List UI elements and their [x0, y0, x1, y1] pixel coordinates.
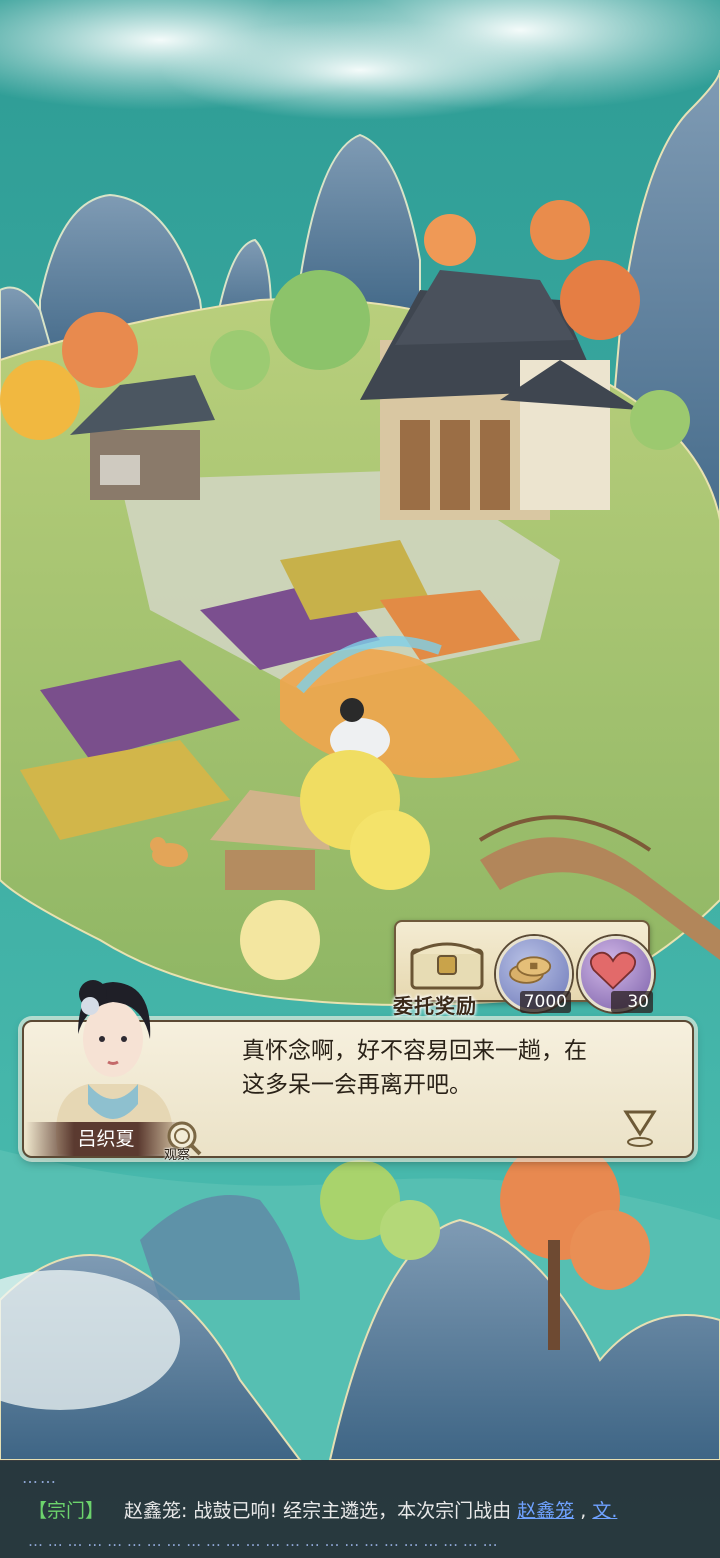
chat-text: : 战鼓已响! 经宗主遴选，本次宗门战由	[181, 1500, 518, 1522]
cloud	[160, 20, 560, 120]
chat-channel: 【宗门】	[28, 1500, 105, 1522]
dialogue-text: 真怀念啊，好不容易回来一趟，在 这多呆一会再离开吧。	[242, 1034, 662, 1102]
dialogue-line: 这多呆一会再离开吧。	[242, 1072, 472, 1098]
reward-count: 30	[611, 991, 653, 1013]
chat-separator: ,	[574, 1500, 593, 1522]
chat-message[interactable]: 【宗门】 赵鑫笼: 战鼓已响! 经宗主遴选，本次宗门战由 赵鑫笼 , 文.	[28, 1496, 617, 1523]
reward-title: 委托奖励	[393, 994, 477, 1018]
game-scene	[0, 0, 720, 1558]
dialogue-line: 真怀念啊，好不容易回来一趟，在	[242, 1038, 587, 1064]
affection-reward[interactable]: 30	[578, 936, 654, 1013]
chat-player-link[interactable]: 赵鑫笼	[517, 1500, 574, 1522]
reward-count: 7000	[519, 991, 571, 1013]
coins-reward[interactable]: 7000	[496, 936, 572, 1013]
observe-label[interactable]: 观察	[164, 1144, 190, 1163]
treasure-chest-icon	[406, 932, 488, 992]
chat-sender: 赵鑫笼	[124, 1500, 182, 1522]
chat-previous-dots: ……	[22, 1468, 58, 1487]
commission-reward-panel[interactable]: 7000 30 委托奖励	[388, 912, 658, 1018]
chat-more-dots: … … … … … … … … … … … … … … … … … … … … …	[28, 1532, 498, 1550]
next-arrow-icon[interactable]	[620, 1104, 660, 1148]
chat-bar[interactable]: …… 【宗门】 赵鑫笼: 战鼓已响! 经宗主遴选，本次宗门战由 赵鑫笼 , 文. …	[0, 1460, 720, 1558]
chat-player-link[interactable]: 文.	[592, 1500, 617, 1522]
